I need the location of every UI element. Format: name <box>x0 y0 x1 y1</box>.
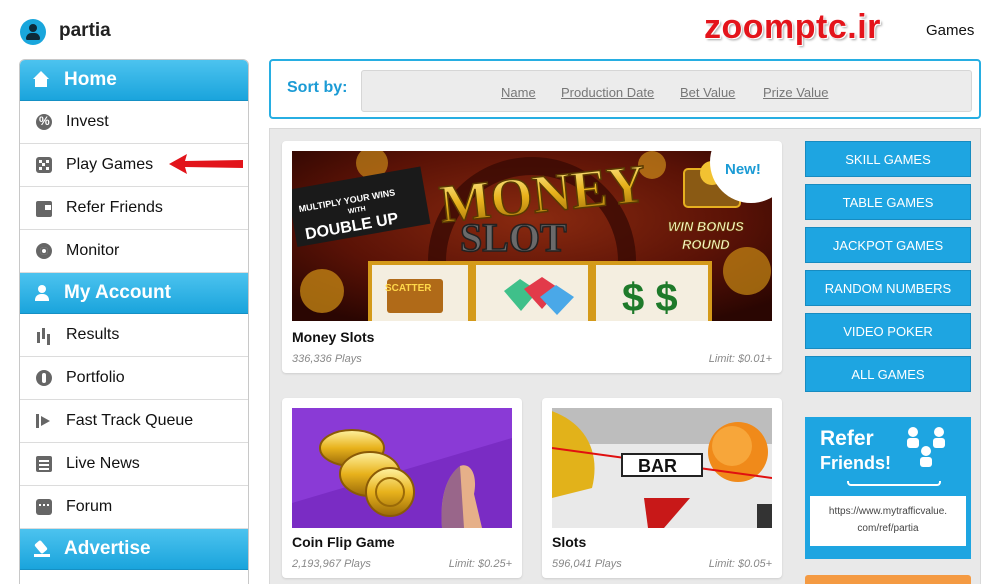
sidebar: Home Invest Play Games Refer Friends Mon… <box>19 59 249 584</box>
brand-watermark: zoomptc.ir <box>704 8 881 46</box>
sidebar-item-label: Monitor <box>66 242 120 259</box>
sidebar-header-label: Advertise <box>64 538 151 559</box>
coin-flip-artwork <box>292 408 512 528</box>
sidebar-item-label: Invest <box>66 113 109 130</box>
game-card-coin-flip[interactable]: Coin Flip Game 2,193,967 Plays Limit: $0… <box>282 398 522 578</box>
referral-url-box[interactable]: https://www.mytrafficvalue. com/ref/part… <box>810 496 966 546</box>
sidebar-header-label: My Account <box>64 282 171 303</box>
play-count: 596,041 Plays <box>552 558 622 570</box>
sidebar-item-label: Play Games <box>66 156 154 173</box>
refer-title: Refer <box>820 427 874 450</box>
wallet-icon <box>36 201 52 217</box>
money-slots-thumbnail[interactable]: MULTIPLY YOUR WINS WITH DOUBLE UP MONEY … <box>292 151 772 321</box>
sort-by-production-date-link[interactable]: Production Date <box>561 85 654 100</box>
game-title[interactable]: Coin Flip Game <box>292 534 395 550</box>
referral-url-line-2: com/ref/partia <box>857 523 919 534</box>
table-games-button[interactable]: TABLE GAMES <box>805 184 971 220</box>
play-count: 2,193,967 Plays <box>292 558 371 570</box>
game-title[interactable]: Money Slots <box>292 329 374 345</box>
referral-url-line-1: https://www.mytrafficvalue. <box>828 506 948 517</box>
video-poker-button[interactable]: VIDEO POKER <box>805 313 971 349</box>
percent-icon <box>36 114 52 130</box>
coin-flip-thumbnail[interactable] <box>292 408 512 528</box>
sidebar-item-invest[interactable]: Invest <box>20 101 248 144</box>
dollar-symbols-text: $ $ <box>622 276 678 320</box>
game-card-money-slots[interactable]: MULTIPLY YOUR WINS WITH DOUBLE UP MONEY … <box>282 141 782 373</box>
target-icon <box>36 243 52 259</box>
bar-symbol-text: BAR <box>638 456 677 476</box>
sidebar-item-portfolio[interactable]: Portfolio <box>20 357 248 400</box>
sidebar-item-results[interactable]: Results <box>20 314 248 357</box>
sort-bar: Sort by: Name Production Date Bet Value … <box>269 59 981 119</box>
sort-options: Name Production Date Bet Value Prize Val… <box>361 70 972 112</box>
games-panel: MULTIPLY YOUR WINS WITH DOUBLE UP MONEY … <box>269 128 981 584</box>
pointer-arrow-icon <box>169 154 243 174</box>
sidebar-header-home[interactable]: Home <box>20 60 248 101</box>
chat-icon <box>36 499 52 515</box>
random-numbers-button[interactable]: RANDOM NUMBERS <box>805 270 971 306</box>
sidebar-item-label: Refer Friends <box>66 199 163 216</box>
home-icon <box>33 71 50 88</box>
refer-underline <box>847 481 941 486</box>
money-slots-artwork: MULTIPLY YOUR WINS WITH DOUBLE UP MONEY … <box>292 151 772 321</box>
people-icon <box>907 427 945 467</box>
bet-limit: Limit: $0.05+ <box>708 558 772 570</box>
user-icon <box>34 285 50 301</box>
sidebar-item-label: Live News <box>66 455 140 472</box>
skill-games-button[interactable]: SKILL GAMES <box>805 141 971 177</box>
sort-by-name-link[interactable]: Name <box>501 85 536 100</box>
page-title: Games <box>926 22 975 39</box>
all-games-button[interactable]: ALL GAMES <box>805 356 971 392</box>
refer-friends-box: Refer Friends! https://www.mytrafficvalu… <box>805 417 971 559</box>
bet-limit: Limit: $0.25+ <box>448 558 512 570</box>
sort-label: Sort by: <box>287 79 348 96</box>
sidebar-item-label: Portfolio <box>66 369 125 386</box>
jackpot-games-button[interactable]: JACKPOT GAMES <box>805 227 971 263</box>
sidebar-header-my-account[interactable]: My Account <box>20 273 248 314</box>
page-root: partia zoomptc.ir Games Home Invest Play… <box>0 0 997 584</box>
sidebar-item-label: Fast Track Queue <box>66 412 194 429</box>
bar-chart-icon <box>36 327 52 343</box>
sidebar-header-advertise[interactable]: Advertise <box>20 529 248 570</box>
slots-thumbnail[interactable]: BAR <box>552 408 772 528</box>
dice-icon <box>36 157 52 173</box>
sidebar-item-label: Results <box>66 326 120 343</box>
sidebar-header-label: Home <box>64 69 117 90</box>
user-avatar-icon[interactable] <box>20 19 46 45</box>
slot-logo-text: SLOT <box>460 215 567 260</box>
sidebar-item-forum[interactable]: Forum <box>20 486 248 529</box>
bonus-text-1: WIN BONUS <box>668 219 744 234</box>
scatter-symbol-text: SCATTER <box>385 283 432 294</box>
gavel-icon <box>34 541 50 557</box>
slots-artwork: BAR <box>552 408 772 528</box>
sort-by-bet-value-link[interactable]: Bet Value <box>680 85 735 100</box>
sidebar-item-label: Forum <box>66 498 113 515</box>
username[interactable]: partia <box>59 20 111 42</box>
sidebar-item-fast-track-queue[interactable]: Fast Track Queue <box>20 400 248 443</box>
refer-subtitle: Friends! <box>820 453 892 473</box>
newspaper-icon <box>36 456 52 472</box>
bonus-text-2: ROUND <box>682 237 730 252</box>
game-card-slots[interactable]: BAR Slots 596,041 Plays Limit: $0.05+ <box>542 398 782 578</box>
sidebar-item-monitor[interactable]: Monitor <box>20 230 248 273</box>
sidebar-item-live-news[interactable]: Live News <box>20 443 248 486</box>
coin-icon <box>36 370 52 386</box>
game-title[interactable]: Slots <box>552 534 586 550</box>
exit-arrow-icon <box>36 413 52 429</box>
sidebar-item-refer-friends[interactable]: Refer Friends <box>20 187 248 230</box>
new-badge-label: New! <box>725 161 761 178</box>
bet-limit: Limit: $0.01+ <box>708 353 772 365</box>
sort-by-prize-value-link[interactable]: Prize Value <box>763 85 829 100</box>
play-count: 336,336 Plays <box>292 353 362 365</box>
orange-panel-edge <box>805 575 971 584</box>
